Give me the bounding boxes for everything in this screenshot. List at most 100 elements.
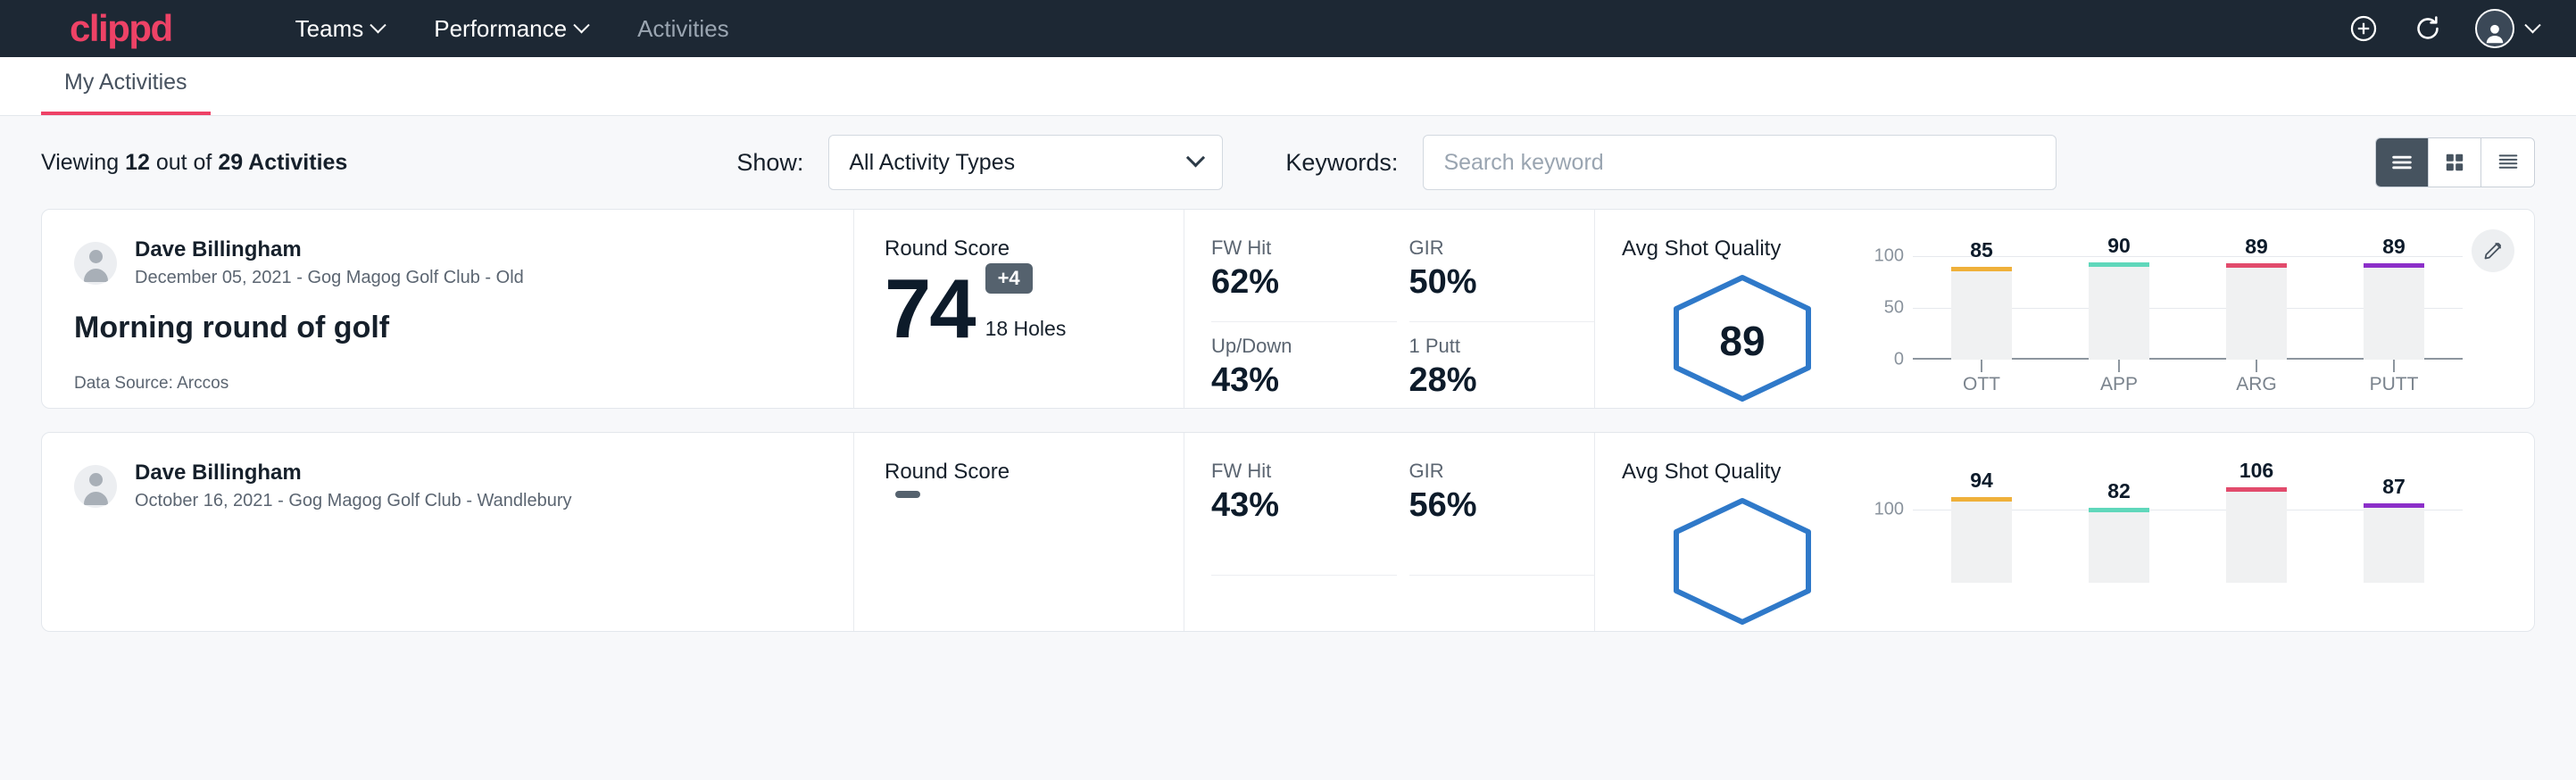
- shot-quality-bar-chart: 100 948210687: [1863, 479, 2463, 622]
- stat-fw-hit-label: FW Hit: [1211, 236, 1365, 260]
- account-avatar-icon[interactable]: [2475, 9, 2514, 48]
- chart-bar-value: 106: [2226, 459, 2287, 483]
- avg-shot-quality-label: Avg Shot Quality: [1622, 236, 1863, 261]
- show-filter-group: Show: All Activity Types: [736, 135, 1223, 190]
- tab-my-activities[interactable]: My Activities: [41, 70, 211, 115]
- chevron-down-icon: [2524, 17, 2540, 33]
- stat-up-down: [1211, 576, 1397, 631]
- stat-one-putt-label: 1 Putt: [1409, 335, 1563, 358]
- avatar: [74, 242, 117, 285]
- viewing-middle: out of: [156, 150, 212, 175]
- chart-bar-cap: [2089, 508, 2149, 512]
- avg-shot-quality-value: 89: [1667, 317, 1817, 365]
- stat-gir-label: GIR: [1409, 460, 1563, 483]
- chart-tick: [2364, 360, 2424, 372]
- chart-bar-cap: [1951, 497, 2012, 502]
- nav-item-activities-label: Activities: [637, 15, 729, 43]
- tab-bar: My Activities: [0, 57, 2576, 116]
- chart-bar-cap: [2226, 487, 2287, 492]
- view-mode-compact-button[interactable]: [2481, 138, 2534, 187]
- nav-item-teams[interactable]: Teams: [270, 15, 410, 43]
- avatar: [74, 465, 117, 508]
- chart-bar-rect: [2089, 512, 2149, 583]
- chart-y-axis: 100: [1863, 479, 1909, 583]
- account-menu[interactable]: [2475, 9, 2539, 48]
- activity-user: Dave Billingham October 16, 2021 - Gog M…: [74, 460, 821, 512]
- chart-bar-putt: 89: [2364, 256, 2424, 360]
- show-label: Show:: [736, 149, 803, 177]
- chart-bar-value: 82: [2089, 479, 2149, 503]
- chart-bar-cap: [2364, 503, 2424, 508]
- view-mode-list-button[interactable]: [2376, 138, 2429, 187]
- chart-bar-cap: [2226, 263, 2287, 268]
- round-holes: 18 Holes: [985, 317, 1067, 341]
- chart-bar-value: 89: [2226, 235, 2287, 259]
- chart-x-tickmarks: [1913, 360, 2463, 372]
- round-score-label: Round Score: [885, 236, 1184, 261]
- chart-x-label: APP: [2089, 374, 2149, 395]
- refresh-icon[interactable]: [2411, 12, 2445, 46]
- activity-card[interactable]: Dave Billingham December 05, 2021 - Gog …: [41, 209, 2535, 409]
- clippd-logo[interactable]: clippd: [70, 10, 172, 47]
- stat-gir: GIR 50%: [1409, 236, 1595, 322]
- activity-type-select[interactable]: All Activity Types: [828, 135, 1223, 190]
- chart-bar-rect: [2226, 268, 2287, 360]
- main-nav-items: Teams Performance Activities: [270, 15, 754, 43]
- edit-activity-button[interactable]: [2472, 229, 2514, 272]
- chart-x-label: PUTT: [2364, 374, 2424, 395]
- stat-fw-hit: FW Hit 43%: [1211, 460, 1397, 576]
- chart-plot-area: 948210687: [1913, 479, 2463, 583]
- chart-x-label: ARG: [2226, 374, 2287, 395]
- view-mode-grid-button[interactable]: [2429, 138, 2481, 187]
- activity-stats-grid: FW Hit 43% GIR 56%: [1184, 433, 1595, 631]
- keywords-label: Keywords:: [1285, 149, 1398, 177]
- stat-fw-hit-label: FW Hit: [1211, 460, 1365, 483]
- y-tick-50: 50: [1884, 298, 1904, 319]
- chart-bar-value: 87: [2364, 475, 2424, 499]
- activity-meta: December 05, 2021 - Gog Magog Golf Club …: [135, 266, 524, 289]
- chart-bars: 948210687: [1913, 479, 2463, 583]
- stat-gir-value: 56%: [1409, 486, 1563, 525]
- nav-item-performance[interactable]: Performance: [409, 15, 612, 43]
- search-input[interactable]: [1423, 135, 2057, 190]
- activity-card[interactable]: Dave Billingham October 16, 2021 - Gog M…: [41, 432, 2535, 632]
- chart-bar-rect: [1951, 271, 2012, 360]
- avg-shot-quality-gauge: Avg Shot Quality: [1622, 460, 1863, 627]
- viewing-count: 12: [125, 150, 150, 175]
- round-score-badge: +4: [985, 263, 1033, 294]
- chart-bar-value: 85: [1951, 238, 2012, 262]
- chart-bar-rect: [2089, 267, 2149, 360]
- viewing-prefix: Viewing: [41, 150, 119, 175]
- chart-bar-ott: 94: [1951, 479, 2012, 583]
- view-mode-toggle: [2375, 137, 2535, 187]
- activity-user-name: Dave Billingham: [135, 460, 572, 486]
- round-score-section: Round Score: [854, 433, 1184, 631]
- round-score-label: Round Score: [885, 460, 1184, 485]
- chart-bar-ott: 85: [1951, 256, 2012, 360]
- stat-one-putt: [1409, 576, 1595, 631]
- chart-tick: [2226, 360, 2287, 372]
- chart-bar-value: 94: [1951, 469, 2012, 493]
- chart-bar-rect: [2364, 508, 2424, 583]
- chart-bar-arg: 89: [2226, 256, 2287, 360]
- y-tick-100: 100: [1874, 246, 1904, 267]
- stat-one-putt-value: 28%: [1409, 361, 1563, 400]
- chart-plot-area: 85908989: [1913, 256, 2463, 360]
- stat-gir-value: 50%: [1409, 263, 1563, 302]
- round-score-section: Round Score 74 +4 18 Holes: [854, 210, 1184, 408]
- nav-item-activities[interactable]: Activities: [612, 15, 754, 43]
- add-circle-icon[interactable]: [2347, 12, 2381, 46]
- stat-one-putt: 1 Putt 28%: [1409, 322, 1595, 409]
- pencil-icon: [2482, 240, 2504, 261]
- stat-gir: GIR 56%: [1409, 460, 1595, 576]
- stat-up-down: Up/Down 43%: [1211, 322, 1397, 409]
- chart-x-label: OTT: [1951, 374, 2012, 395]
- chevron-down-icon: [370, 17, 386, 33]
- chart-bar-cap: [1951, 267, 2012, 271]
- activity-stats-grid: FW Hit 62% GIR 50% Up/Down 43% 1 Putt 28…: [1184, 210, 1595, 408]
- chart-bar-value: 89: [2364, 235, 2424, 259]
- hexagon-icon: [1667, 495, 1817, 627]
- stat-up-down-label: Up/Down: [1211, 335, 1365, 358]
- activity-data-source: Data Source: Arccos: [74, 374, 821, 394]
- chart-bar-value: 90: [2089, 234, 2149, 258]
